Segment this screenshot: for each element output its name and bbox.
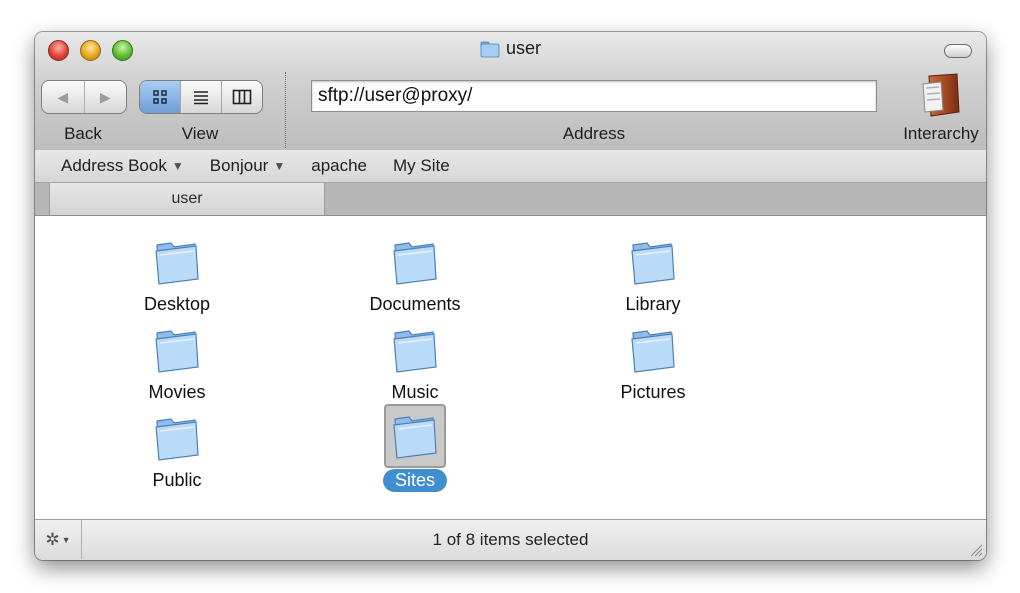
folder-icon	[393, 416, 437, 459]
back-arrow-icon: ◀	[57, 88, 69, 105]
view-label: View	[181, 124, 219, 143]
item-label: Documents	[369, 294, 461, 314]
column-view-icon	[232, 89, 252, 105]
folder-item[interactable]: Movies	[97, 320, 257, 404]
folder-item[interactable]: Music	[335, 320, 495, 404]
folder-icon-wrap	[623, 320, 683, 380]
bookmark-label: Bonjour	[209, 156, 269, 175]
folder-icon-wrap	[385, 320, 445, 380]
folder-icon	[480, 41, 500, 57]
bookmarks-bar: Address Book ▼ Bonjour ▼ apache My Site	[35, 150, 986, 183]
toolbar-separator	[285, 72, 286, 148]
list-view-icon	[194, 91, 208, 105]
view-mode-control	[139, 80, 263, 114]
item-label: Sites	[382, 469, 448, 492]
item-label: Music	[391, 382, 439, 402]
icon-view-icon	[153, 90, 167, 104]
folder-item[interactable]: Documents	[335, 232, 495, 316]
window-title: user	[35, 38, 986, 59]
folder-icon	[155, 330, 199, 373]
resize-grip-icon[interactable]	[969, 543, 983, 557]
folder-icon	[631, 330, 675, 373]
bookmark-label: apache	[311, 156, 368, 175]
icon-view-button[interactable]	[140, 81, 180, 113]
dropdown-triangle-icon: ▼	[273, 159, 286, 173]
bookmark-my-site[interactable]: My Site	[393, 156, 450, 176]
folder-icon	[631, 242, 675, 285]
bookmark-label: My Site	[393, 156, 450, 175]
back-button[interactable]: ◀	[42, 81, 84, 113]
item-label: Library	[625, 294, 681, 314]
list-view-button[interactable]	[180, 81, 221, 113]
folder-icon-wrap	[385, 232, 445, 292]
tab-bar: user	[35, 183, 986, 216]
toolbar-toggle-button[interactable]	[944, 44, 972, 58]
folder-icon-wrap	[147, 408, 207, 468]
folder-icon-wrap	[623, 232, 683, 292]
item-label: Desktop	[143, 294, 211, 314]
forward-button[interactable]: ▶	[83, 81, 127, 113]
folder-icon	[155, 418, 199, 461]
folder-icon-wrap	[147, 232, 207, 292]
folder-item[interactable]: Desktop	[97, 232, 257, 316]
folder-item[interactable]: Pictures	[573, 320, 733, 404]
folder-icon-wrap	[384, 404, 446, 468]
bookmark-address-book[interactable]: Address Book ▼	[61, 156, 184, 176]
back-forward-control: ◀ ▶	[41, 80, 127, 114]
bookmark-label: Address Book	[61, 156, 167, 175]
finder-window: user ◀ ▶ Back View sftp://user@proxy/ Ad…	[35, 32, 986, 560]
address-field[interactable]	[311, 80, 877, 112]
folder-item[interactable]: Library	[573, 232, 733, 316]
item-label: Public	[152, 470, 202, 490]
forward-arrow-icon: ▶	[99, 88, 111, 105]
interarchy-label: Interarchy	[903, 124, 979, 143]
folder-icon	[155, 242, 199, 285]
item-label: Pictures	[620, 382, 686, 402]
column-view-button[interactable]	[221, 81, 262, 113]
file-browser: Desktop Documents Library Movies Music P…	[35, 216, 986, 520]
bookmark-apache[interactable]: apache	[311, 156, 367, 176]
window-title-text: user	[505, 38, 541, 58]
folder-icon	[393, 330, 437, 373]
status-bar: ✲ ▼ 1 of 8 items selected	[35, 519, 986, 560]
folder-item[interactable]: Public	[97, 408, 257, 492]
folder-icon	[393, 242, 437, 285]
dropdown-triangle-icon: ▼	[171, 159, 184, 173]
item-label: Movies	[148, 382, 206, 402]
folder-icon-wrap	[147, 320, 207, 380]
tab-user[interactable]: user	[49, 183, 325, 215]
bookmark-bonjour[interactable]: Bonjour ▼	[210, 156, 286, 176]
toolbar-area: user ◀ ▶ Back View sftp://user@proxy/ Ad…	[35, 32, 986, 151]
back-label: Back	[64, 124, 102, 143]
status-text: 1 of 8 items selected	[432, 530, 589, 549]
address-label: Address	[562, 124, 626, 143]
folder-item-selected[interactable]: Sites	[335, 404, 495, 492]
interarchy-icon[interactable]	[919, 72, 963, 118]
